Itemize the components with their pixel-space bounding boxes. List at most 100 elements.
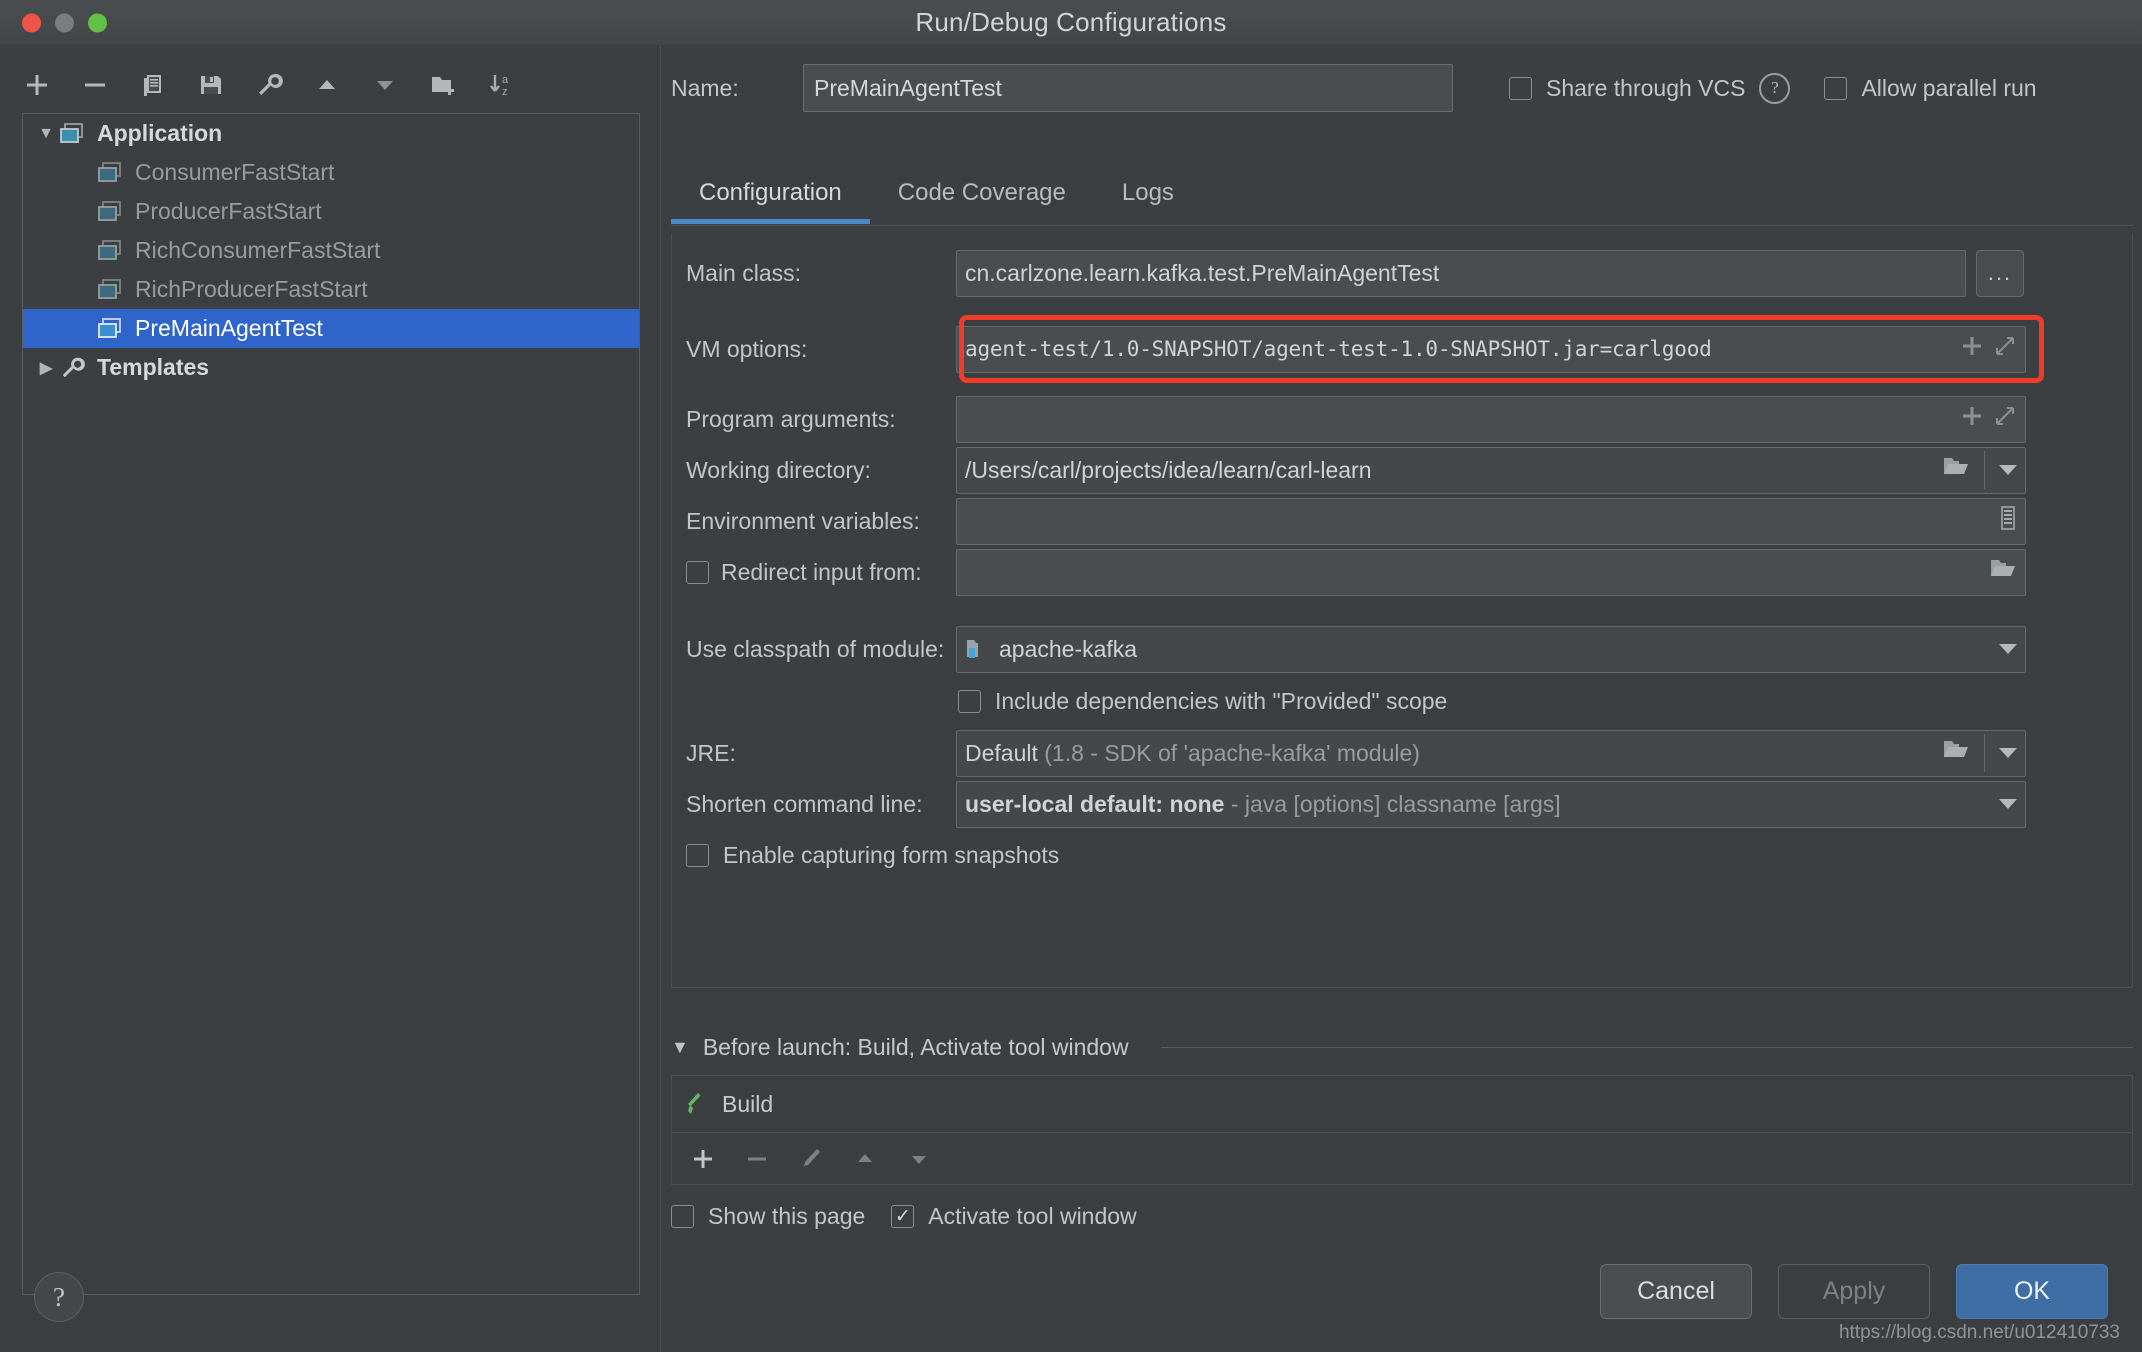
tree-item-producerfaststart[interactable]: ProducerFastStart [23, 192, 639, 231]
activate-tool-window-checkbox[interactable] [891, 1205, 914, 1228]
classpath-module-select[interactable]: apache-kafka [956, 626, 2026, 673]
before-launch-header[interactable]: ▼ Before launch: Build, Activate tool wi… [671, 1030, 2133, 1064]
share-through-vcs-checkbox[interactable] [1509, 77, 1532, 100]
include-provided-row[interactable]: Include dependencies with "Provided" sco… [958, 675, 1447, 727]
remove-icon[interactable] [744, 1146, 770, 1172]
shorten-command-line-select[interactable]: user-local default: none - java [options… [956, 781, 2026, 828]
vm-options-label: VM options: [672, 336, 956, 363]
tree-item-richproducerfaststart[interactable]: RichProducerFastStart [23, 270, 639, 309]
add-icon[interactable] [690, 1146, 716, 1172]
before-launch-list[interactable]: Build [671, 1075, 2133, 1185]
program-arguments-input[interactable] [956, 396, 2026, 443]
chevron-down-icon[interactable]: ▼ [671, 1037, 689, 1058]
environment-variables-adornments[interactable] [1991, 505, 2017, 537]
chevron-down-icon[interactable] [1999, 799, 2017, 809]
form-snapshots-group[interactable]: Enable capturing form snapshots [686, 842, 1059, 869]
expand-editor-icon[interactable] [1993, 334, 2017, 364]
application-icon [97, 238, 131, 264]
application-icon [97, 199, 131, 225]
window-controls[interactable] [22, 13, 107, 32]
redirect-input-checkbox[interactable] [686, 561, 709, 584]
save-icon[interactable] [196, 70, 226, 100]
tab-code-coverage[interactable]: Code Coverage [870, 175, 1094, 223]
wrench-icon[interactable] [254, 70, 284, 100]
form-snapshots-row[interactable]: Enable capturing form snapshots [686, 829, 1059, 881]
chevron-down-icon[interactable] [1999, 748, 2017, 758]
show-this-page-group[interactable]: Show this page [671, 1203, 865, 1230]
chevron-right-icon[interactable]: ▶ [33, 358, 59, 378]
sort-alphabetically-icon[interactable]: az [486, 70, 516, 100]
help-button[interactable]: ? [34, 1272, 84, 1322]
close-window-button[interactable] [22, 13, 41, 32]
program-arguments-adornments[interactable] [1951, 403, 2017, 435]
minimize-window-button[interactable] [55, 13, 74, 32]
tree-item-label: Templates [97, 354, 209, 381]
edit-pencil-icon[interactable] [798, 1146, 824, 1172]
apply-button[interactable]: Apply [1778, 1264, 1930, 1319]
chevron-down-icon[interactable] [1999, 465, 2017, 475]
cancel-button[interactable]: Cancel [1600, 1264, 1752, 1319]
insert-macro-icon[interactable] [1959, 403, 1985, 435]
tab-logs[interactable]: Logs [1094, 175, 1202, 223]
divider [1984, 451, 1985, 489]
divider [1161, 1047, 2133, 1048]
include-provided-checkbox[interactable] [958, 690, 981, 713]
module-icon [965, 637, 989, 661]
name-input[interactable]: PreMainAgentTest [803, 64, 1453, 112]
activate-tool-window-group[interactable]: Activate tool window [891, 1203, 1136, 1230]
remove-icon[interactable] [80, 70, 110, 100]
classpath-module-adornments[interactable] [1991, 644, 2017, 654]
redirect-input-adornments[interactable] [1981, 557, 2017, 587]
configurations-tree[interactable]: ▼ Application ConsumerFastStart Producer… [22, 113, 640, 1295]
add-icon[interactable] [22, 70, 52, 100]
form-snapshots-checkbox[interactable] [686, 844, 709, 867]
svg-text:z: z [502, 86, 508, 98]
detail-tabs[interactable]: Configuration Code Coverage Logs [671, 175, 2133, 226]
folder-browse-icon[interactable] [1942, 738, 1970, 768]
redirect-input-label-group[interactable]: Redirect input from: [672, 559, 956, 586]
move-down-icon[interactable] [906, 1146, 932, 1172]
copy-icon[interactable] [138, 70, 168, 100]
jre-select[interactable]: Default (1.8 - SDK of 'apache-kafka' mod… [956, 730, 2026, 777]
include-provided-group[interactable]: Include dependencies with "Provided" sco… [958, 688, 1447, 715]
working-directory-input[interactable]: /Users/carl/projects/idea/learn/carl-lea… [956, 447, 2026, 494]
vm-options-input[interactable]: agent-test/1.0-SNAPSHOT/agent-test-1.0-S… [956, 326, 2026, 373]
chevron-down-icon[interactable]: ▼ [33, 125, 59, 143]
expand-editor-icon[interactable] [1993, 404, 2017, 434]
tree-item-application[interactable]: ▼ Application [23, 114, 639, 153]
edit-variables-icon[interactable] [1999, 505, 2017, 537]
main-class-input[interactable]: cn.carlzone.learn.kafka.test.PreMainAgen… [956, 250, 1966, 297]
tree-item-richconsumerfaststart[interactable]: RichConsumerFastStart [23, 231, 639, 270]
jre-adornments[interactable] [1934, 734, 2017, 772]
new-folder-icon[interactable] [428, 70, 458, 100]
tab-configuration[interactable]: Configuration [671, 175, 870, 223]
move-down-icon[interactable] [370, 70, 400, 100]
working-directory-label: Working directory: [672, 457, 956, 484]
folder-browse-icon[interactable] [1942, 455, 1970, 485]
maximize-window-button[interactable] [88, 13, 107, 32]
allow-parallel-run-checkbox[interactable] [1824, 77, 1847, 100]
move-up-icon[interactable] [312, 70, 342, 100]
show-this-page-checkbox[interactable] [671, 1205, 694, 1228]
chevron-down-icon[interactable] [1999, 644, 2017, 654]
redirect-input-field[interactable] [956, 549, 2026, 596]
before-launch-item-label: Build [722, 1091, 773, 1118]
tree-item-premainagenttest[interactable]: PreMainAgentTest [23, 309, 639, 348]
share-through-vcs-group[interactable]: Share through VCS ? [1509, 73, 1790, 104]
before-launch-item-build[interactable]: Build [672, 1076, 2132, 1133]
tree-item-consumerfaststart[interactable]: ConsumerFastStart [23, 153, 639, 192]
insert-macro-icon[interactable] [1959, 333, 1985, 365]
ok-button[interactable]: OK [1956, 1264, 2108, 1319]
main-class-browse-button[interactable]: ... [1976, 250, 2024, 297]
jre-label: JRE: [672, 740, 956, 767]
move-up-icon[interactable] [852, 1146, 878, 1172]
vm-options-adornments[interactable] [1951, 333, 2017, 365]
folder-browse-icon[interactable] [1989, 557, 2017, 587]
help-icon[interactable]: ? [1759, 73, 1790, 104]
environment-variables-input[interactable] [956, 498, 2026, 545]
tree-item-label: RichProducerFastStart [135, 276, 368, 303]
tree-item-templates[interactable]: ▶ Templates [23, 348, 639, 387]
shorten-command-line-adornments[interactable] [1991, 799, 2017, 809]
working-directory-adornments[interactable] [1934, 451, 2017, 489]
allow-parallel-run-group[interactable]: Allow parallel run [1824, 75, 2036, 102]
